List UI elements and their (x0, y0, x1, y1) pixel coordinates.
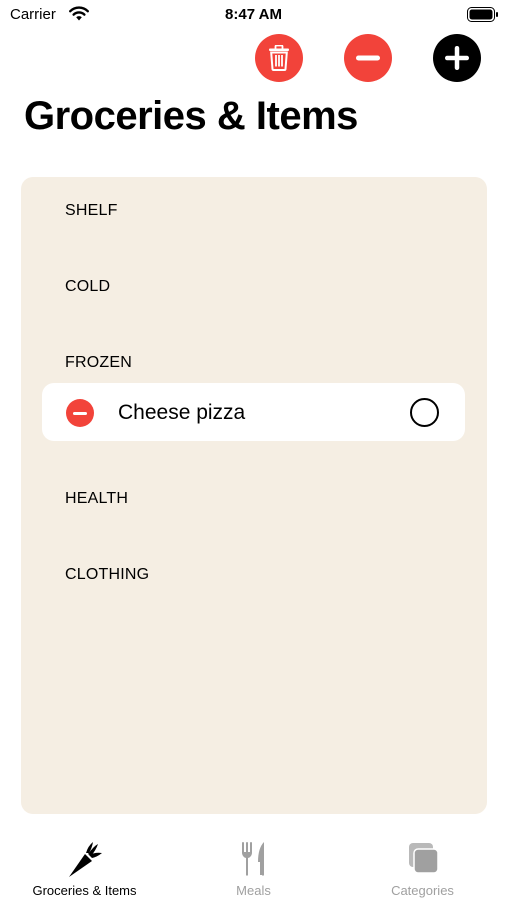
add-item-button[interactable] (433, 34, 481, 82)
plus-icon (445, 46, 469, 70)
delete-badge-icon[interactable] (66, 399, 94, 427)
carrot-icon (68, 842, 102, 877)
status-time: 8:47 AM (225, 6, 282, 23)
item-label: Cheese pizza (118, 401, 246, 424)
tab-meals[interactable]: Meals (169, 830, 338, 900)
status-bar: Carrier 8:47 AM (0, 0, 507, 30)
tab-label: Meals (236, 883, 271, 898)
tab-bar: Groceries & Items Meals Categories (0, 830, 507, 900)
section-header-cold: COLD (65, 278, 111, 295)
trash-icon (269, 45, 289, 71)
section-header-health: HEALTH (65, 490, 129, 507)
trash-button[interactable] (255, 34, 303, 82)
tab-groceries-items[interactable]: Groceries & Items (0, 830, 169, 900)
page-title: Groceries & Items (24, 94, 358, 138)
tab-categories[interactable]: Categories (338, 830, 507, 900)
stack-icon (408, 843, 439, 874)
section-header-frozen: FROZEN (65, 354, 132, 371)
check-circle-icon[interactable] (410, 398, 439, 427)
list-item[interactable]: Cheese pizza (42, 383, 465, 441)
section-header-clothing: CLOTHING (65, 566, 150, 583)
tab-label: Groceries & Items (32, 883, 137, 898)
remove-mode-button[interactable] (344, 34, 392, 82)
grocery-list[interactable]: SHELF COLD FROZEN Cheese pizza HEALTH CL… (21, 177, 487, 814)
minus-icon (356, 55, 380, 61)
battery-icon (467, 7, 498, 22)
fork-knife-icon (241, 842, 264, 876)
section-header-shelf: SHELF (65, 202, 118, 219)
tab-label: Categories (391, 883, 454, 898)
